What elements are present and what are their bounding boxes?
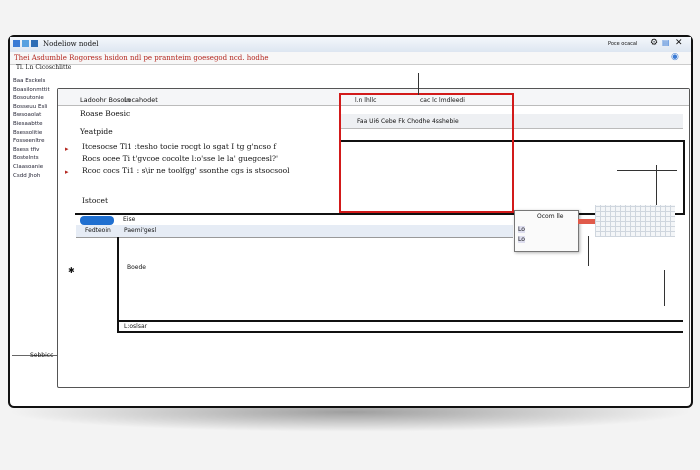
guide-line — [418, 73, 419, 95]
sidebar-item[interactable]: Bsessolitie — [13, 129, 63, 138]
sidebar-item[interactable]: Fosseenltre — [13, 137, 63, 146]
sidebar-item[interactable]: Bosoutonie — [13, 94, 63, 103]
footer-label: L:oslsar — [124, 323, 148, 330]
app-icon — [13, 40, 20, 47]
subtitle: Tl. l.n Cicoschlitte — [16, 64, 72, 71]
sidebar-item[interactable]: Bwsoaolat — [13, 111, 63, 120]
cursor-icon: ✱ — [68, 266, 75, 275]
guide-line — [656, 165, 657, 205]
paragraph-line: Rocs ocee Ti t'gvcoe cocolte l:o'sse le … — [82, 154, 279, 163]
popup-row[interactable]: Lo — [518, 226, 525, 233]
sidebar-item[interactable]: Csdd Jhoh — [13, 172, 63, 181]
highlight-box — [339, 93, 514, 213]
sidebar-item[interactable]: Bostelnts — [13, 154, 63, 163]
field-1: Roase Boesic — [80, 109, 131, 118]
pointer-icon: ▸ — [65, 145, 69, 153]
divider — [117, 331, 683, 333]
primary-button[interactable] — [80, 216, 114, 225]
dialog-header-mid: Locahodet — [124, 96, 158, 104]
sidebar-item[interactable]: Boasilonmttit — [13, 86, 63, 95]
app-icon[interactable]: ▤ — [662, 38, 670, 47]
divider — [117, 320, 683, 322]
divider — [683, 140, 685, 215]
panel-title: Paemi'gesl — [124, 227, 157, 234]
window-title: Nodeliow nodel — [43, 40, 99, 48]
paragraph-line: Itcesocse Tl1 :tesho tocie rocgt lo sgat… — [82, 142, 277, 151]
dialog-header-left: Ladoohr Bosoln — [80, 96, 131, 104]
sidebar: Baa Esckels Boasilonmttit Bosoutonie Bos… — [13, 77, 63, 180]
sidebar-item[interactable]: Biesaabtte — [13, 120, 63, 129]
accent-marker — [578, 219, 596, 224]
app-icon — [31, 40, 38, 47]
title-bar: Nodeliow nodel Poce ocacal ⚙ ▤ ✕ — [10, 37, 691, 53]
tab-label[interactable]: Eise — [123, 216, 135, 223]
search-icon[interactable]: ◉ — [671, 52, 679, 62]
settings-icon[interactable]: ⚙ — [650, 38, 658, 48]
divider — [117, 237, 119, 332]
sidebar-item[interactable]: Baa Esckels — [13, 77, 63, 86]
panel-item[interactable]: Boede — [127, 264, 146, 271]
header-text: Thei Asdumble Rogoress hsidon ndl pe pra… — [14, 54, 269, 62]
paragraph-line: Rcoc cocs Ti1 : s\ir ne toolfgg' ssonthe… — [82, 166, 290, 175]
guide-line — [664, 270, 665, 306]
close-icon[interactable]: ✕ — [675, 38, 683, 48]
pointer-icon: ▸ — [65, 168, 69, 176]
grid-thumbnail — [595, 205, 675, 237]
field-2: Yeatpide — [80, 127, 113, 136]
pill-label[interactable]: Fedteoin — [85, 227, 111, 234]
right-controls[interactable]: Poce ocacal — [608, 41, 637, 47]
app-icon — [22, 40, 29, 47]
sidebar-item[interactable]: Bsess tfiv — [13, 146, 63, 155]
menu-bar: Thei Asdumble Rogoress hsidon ndl pe pra… — [10, 52, 691, 65]
sidebar-item[interactable]: Bosseuu Esli — [13, 103, 63, 112]
popup-row[interactable]: Lo — [518, 236, 525, 243]
status-left: Sebbicc — [30, 352, 54, 359]
divider — [75, 213, 685, 215]
guide-line — [617, 170, 677, 171]
popup-title: Ocom lle — [537, 213, 564, 220]
sidebar-item[interactable]: Claasoanie — [13, 163, 63, 172]
guide-line — [588, 236, 589, 266]
lower-label: Istocet — [82, 196, 108, 205]
